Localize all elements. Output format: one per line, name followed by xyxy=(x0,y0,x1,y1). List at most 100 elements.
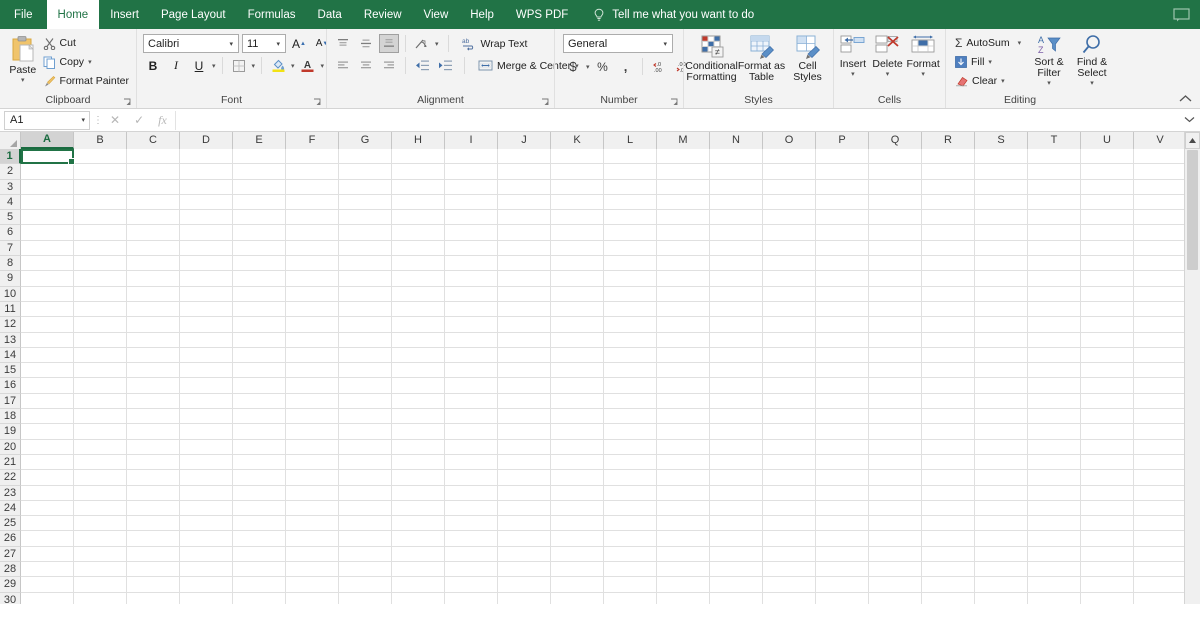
find-select-dropdown-icon[interactable]: ▾ xyxy=(1090,80,1094,87)
cell-C13[interactable] xyxy=(127,332,180,348)
cell-D13[interactable] xyxy=(180,332,233,348)
cell-B18[interactable] xyxy=(74,409,127,425)
cell-N10[interactable] xyxy=(710,286,763,302)
cell-C29[interactable] xyxy=(127,577,180,593)
cell-R22[interactable] xyxy=(922,470,975,486)
cell-T9[interactable] xyxy=(1028,271,1081,287)
cell-I30[interactable] xyxy=(445,592,498,604)
clipboard-dialog-launcher-icon[interactable] xyxy=(123,98,132,107)
cell-A18[interactable] xyxy=(21,409,74,425)
number-format-combo[interactable]: General ▾ xyxy=(563,34,673,53)
cell-R7[interactable] xyxy=(922,240,975,257)
cell-H11[interactable] xyxy=(392,301,445,318)
cell-S27[interactable] xyxy=(975,546,1028,563)
cell-M11[interactable] xyxy=(657,301,710,318)
cell-C5[interactable] xyxy=(127,210,180,226)
cell-K12[interactable] xyxy=(551,317,604,333)
cell-S24[interactable] xyxy=(975,500,1028,517)
cell-K6[interactable] xyxy=(551,225,604,241)
cell-V5[interactable] xyxy=(1134,210,1184,226)
autosum-dropdown-icon[interactable]: ▾ xyxy=(1018,39,1022,47)
fill-color-button[interactable] xyxy=(268,56,288,75)
cell-H23[interactable] xyxy=(392,485,445,501)
cell-A25[interactable] xyxy=(21,516,74,532)
cell-K27[interactable] xyxy=(551,546,604,563)
row-header-8[interactable]: 8 xyxy=(0,256,21,272)
cell-B30[interactable] xyxy=(74,592,127,604)
cell-E8[interactable] xyxy=(233,256,286,272)
fill-color-dropdown-icon[interactable]: ▾ xyxy=(291,62,295,70)
cell-E29[interactable] xyxy=(233,577,286,593)
cell-D3[interactable] xyxy=(180,179,233,195)
cell-E6[interactable] xyxy=(233,225,286,241)
tab-help[interactable]: Help xyxy=(459,0,505,29)
row-header-17[interactable]: 17 xyxy=(0,393,21,410)
align-top-button[interactable] xyxy=(333,34,353,53)
cell-R6[interactable] xyxy=(922,225,975,241)
cell-M28[interactable] xyxy=(657,562,710,578)
cell-K22[interactable] xyxy=(551,470,604,486)
cell-J30[interactable] xyxy=(498,592,551,604)
cell-L26[interactable] xyxy=(604,531,657,547)
cell-B23[interactable] xyxy=(74,485,127,501)
cell-H24[interactable] xyxy=(392,500,445,517)
fill-dropdown-icon[interactable]: ▾ xyxy=(988,58,992,66)
cell-M13[interactable] xyxy=(657,332,710,348)
cell-E27[interactable] xyxy=(233,546,286,563)
cell-V16[interactable] xyxy=(1134,378,1184,394)
cell-H5[interactable] xyxy=(392,210,445,226)
cell-G15[interactable] xyxy=(339,363,392,379)
cell-C1[interactable] xyxy=(127,149,180,165)
cell-C10[interactable] xyxy=(127,286,180,302)
cell-B4[interactable] xyxy=(74,194,127,211)
cell-E13[interactable] xyxy=(233,332,286,348)
cell-P28[interactable] xyxy=(816,562,869,578)
cell-G20[interactable] xyxy=(339,439,392,455)
cell-E2[interactable] xyxy=(233,164,286,180)
cell-S13[interactable] xyxy=(975,332,1028,348)
cell-D23[interactable] xyxy=(180,485,233,501)
cell-U1[interactable] xyxy=(1081,149,1134,165)
cell-K1[interactable] xyxy=(551,149,604,165)
cell-Q7[interactable] xyxy=(869,240,922,257)
row-header-23[interactable]: 23 xyxy=(0,485,21,501)
cell-F4[interactable] xyxy=(286,194,339,211)
accounting-format-button[interactable]: $ xyxy=(563,57,583,76)
cell-N23[interactable] xyxy=(710,485,763,501)
cell-S21[interactable] xyxy=(975,454,1028,471)
cell-F17[interactable] xyxy=(286,393,339,410)
cell-S15[interactable] xyxy=(975,363,1028,379)
cell-A21[interactable] xyxy=(21,454,74,471)
column-header-h[interactable]: H xyxy=(392,132,445,149)
sort-filter-button[interactable]: A Z Sort & Filter ▾ xyxy=(1028,32,1070,87)
cell-L21[interactable] xyxy=(604,454,657,471)
cell-P11[interactable] xyxy=(816,301,869,318)
cell-O30[interactable] xyxy=(763,592,816,604)
cell-Q20[interactable] xyxy=(869,439,922,455)
cell-R11[interactable] xyxy=(922,301,975,318)
cell-H27[interactable] xyxy=(392,546,445,563)
tab-wps-pdf[interactable]: WPS PDF xyxy=(505,0,579,29)
cell-P5[interactable] xyxy=(816,210,869,226)
cell-V13[interactable] xyxy=(1134,332,1184,348)
cell-O25[interactable] xyxy=(763,516,816,532)
row-header-10[interactable]: 10 xyxy=(0,286,21,302)
cell-K29[interactable] xyxy=(551,577,604,593)
cell-E9[interactable] xyxy=(233,271,286,287)
column-header-t[interactable]: T xyxy=(1028,132,1081,149)
cell-B5[interactable] xyxy=(74,210,127,226)
collapse-ribbon-button[interactable] xyxy=(1179,94,1192,106)
column-header-o[interactable]: O xyxy=(763,132,816,149)
paste-button[interactable]: Paste ▾ xyxy=(6,32,40,84)
cell-B3[interactable] xyxy=(74,179,127,195)
cell-M26[interactable] xyxy=(657,531,710,547)
cell-K11[interactable] xyxy=(551,301,604,318)
cell-G3[interactable] xyxy=(339,179,392,195)
cell-N30[interactable] xyxy=(710,592,763,604)
cell-B10[interactable] xyxy=(74,286,127,302)
cell-P14[interactable] xyxy=(816,347,869,364)
cell-B21[interactable] xyxy=(74,454,127,471)
cell-O22[interactable] xyxy=(763,470,816,486)
cell-A23[interactable] xyxy=(21,485,74,501)
cell-E18[interactable] xyxy=(233,409,286,425)
